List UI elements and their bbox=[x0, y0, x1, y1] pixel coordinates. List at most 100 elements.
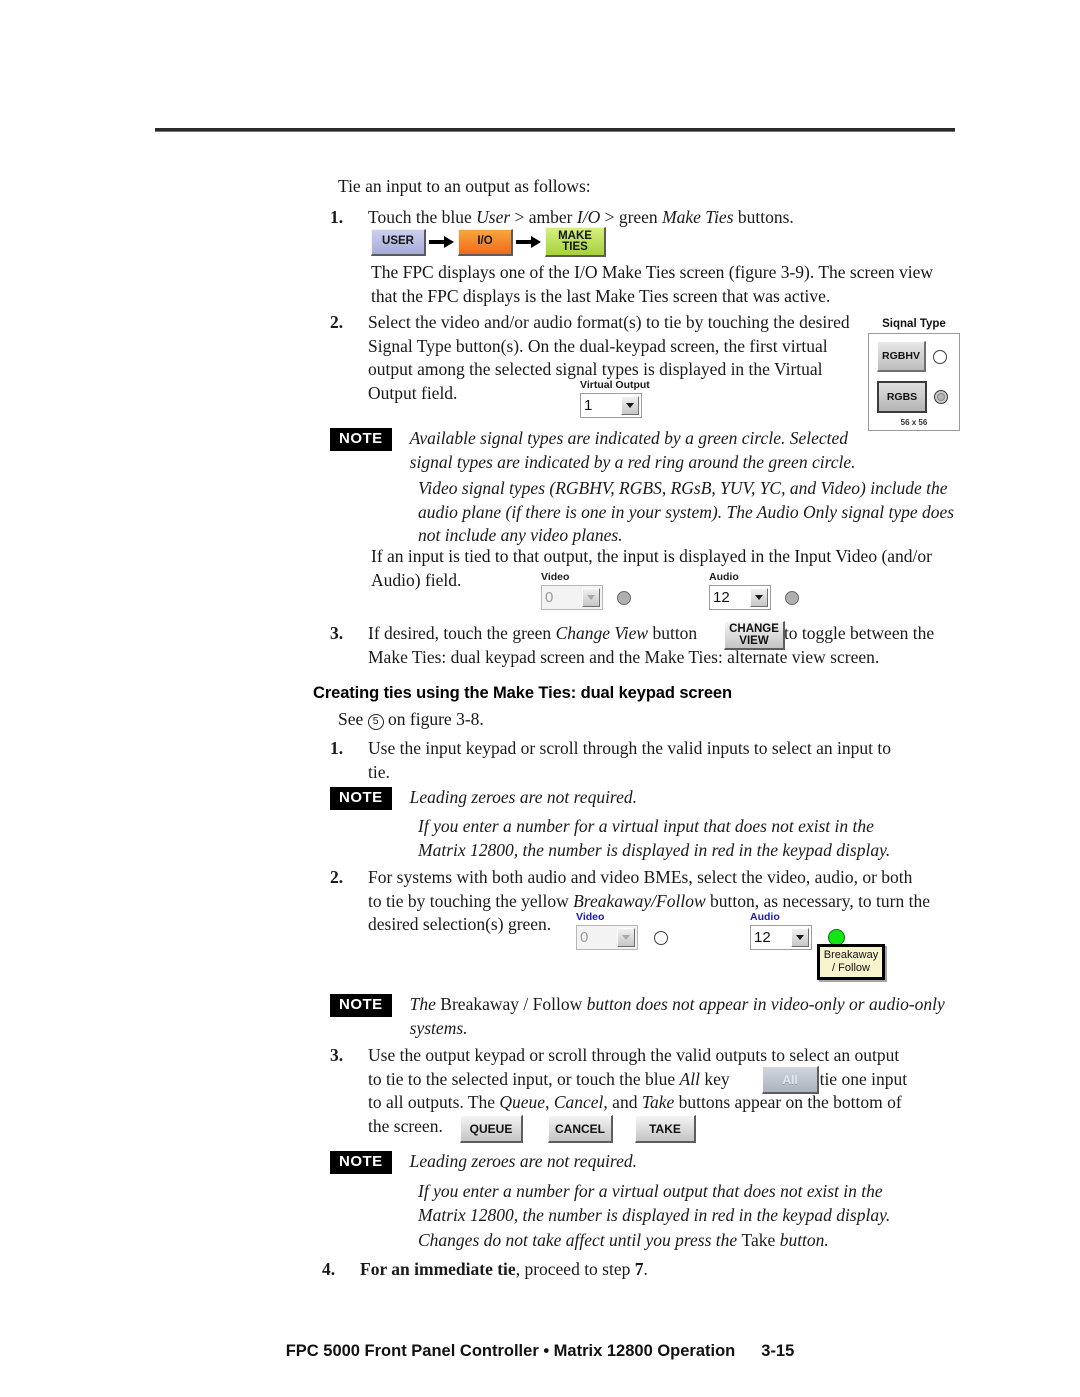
dk-step-4-period: . bbox=[643, 1259, 648, 1279]
footer-title: FPC 5000 Front Panel Controller • Matrix… bbox=[285, 1342, 736, 1360]
dk-step-4: 4. For an immediate tie, proceed to step… bbox=[322, 1258, 962, 1282]
dk-step-3-mid2: , and bbox=[603, 1092, 642, 1112]
intro-lead-text: Tie an input to an output as follows: bbox=[338, 176, 591, 196]
user-button[interactable]: USER bbox=[371, 228, 426, 256]
breakaway-follow-button[interactable]: Breakaway / Follow bbox=[817, 944, 885, 980]
dk-step-3-number: 3. bbox=[330, 1045, 344, 1065]
signal-type-box: RGBHV RGBS 56 x 56 bbox=[868, 333, 960, 431]
audio-label-1: Audio bbox=[709, 571, 739, 583]
video-value-1: 0 bbox=[545, 589, 554, 606]
audio-label-2: Audio bbox=[750, 911, 780, 923]
chevron-down-icon[interactable] bbox=[750, 588, 768, 607]
virtual-output-label: Virtual Output bbox=[580, 379, 650, 391]
signal-type-button-rgbhv[interactable]: RGBHV bbox=[877, 341, 926, 372]
signal-type-button-rgbs[interactable]: RGBS bbox=[877, 381, 927, 413]
dk-step-3-mid1: , bbox=[545, 1092, 554, 1112]
change-view-line2: VIEW bbox=[739, 635, 769, 647]
arrow-right-icon bbox=[429, 236, 455, 248]
note-4-cont2-roman: Take bbox=[741, 1230, 776, 1250]
change-view-button[interactable]: CHANGE VIEW bbox=[724, 621, 785, 650]
virtual-output-dropdown[interactable]: 1 bbox=[580, 393, 642, 418]
page-footer: FPC 5000 Front Panel Controller • Matrix… bbox=[0, 1342, 1080, 1361]
figure-reference-line: See 5 on figure 3-8. bbox=[338, 708, 484, 732]
take-button[interactable]: TAKE bbox=[635, 1115, 696, 1143]
dk-step-2-line2-italic: Breakaway/Follow bbox=[573, 890, 706, 911]
chevron-down-icon[interactable] bbox=[582, 588, 600, 607]
note-4-cont-line1: If you enter a number for a virtual outp… bbox=[418, 1181, 883, 1201]
note-3-line2: systems. bbox=[409, 1017, 468, 1038]
video-dropdown-2[interactable]: 0 bbox=[576, 925, 638, 950]
make-ties-label-line1: MAKE bbox=[558, 229, 592, 242]
virtual-output-value: 1 bbox=[584, 397, 593, 414]
note-3-text: The Breakaway / Follow button does not a… bbox=[410, 993, 945, 1040]
dk-step-2-line3: desired selection(s) green. bbox=[368, 914, 552, 934]
queue-button[interactable]: QUEUE bbox=[460, 1115, 523, 1143]
chevron-down-icon[interactable] bbox=[791, 928, 809, 947]
dk-step-3-line2-pre: to tie to the selected input, or touch t… bbox=[368, 1068, 680, 1089]
breakaway-line1: Breakaway bbox=[823, 949, 879, 961]
note-2-text: Leading zeroes are not required. bbox=[409, 787, 637, 807]
section-heading-dual-keypad: Creating ties using the Make Ties: dual … bbox=[313, 684, 732, 702]
note-tag: NOTE bbox=[330, 787, 392, 810]
audio-value-2: 12 bbox=[754, 929, 771, 946]
dk-step-2-number: 2. bbox=[330, 867, 344, 887]
note-1-text: Available signal types are indicated by … bbox=[410, 427, 856, 474]
step-1-number: 1. bbox=[330, 207, 344, 227]
note-tag: NOTE bbox=[330, 994, 392, 1017]
step-1-followup-text: The FPC displays one of the I/O Make Tie… bbox=[371, 262, 933, 306]
signal-type-row-rgbhv[interactable]: RGBHV bbox=[877, 341, 951, 372]
audio-led-indicator-1-icon bbox=[785, 590, 799, 605]
chevron-down-icon[interactable] bbox=[617, 928, 635, 947]
cancel-button[interactable]: CANCEL bbox=[548, 1115, 613, 1143]
dk-step-3-line2-italic: All bbox=[679, 1068, 700, 1089]
dk-step-3-line1: Use the output keypad or scroll through … bbox=[368, 1045, 900, 1065]
audio-dropdown-2[interactable]: 12 bbox=[750, 925, 812, 950]
note-1-line2: signal types are indicated by a red ring… bbox=[409, 451, 856, 472]
dk-step-1-line1: Use the input keypad or scroll through t… bbox=[368, 738, 891, 758]
page-number: 3-15 bbox=[761, 1342, 795, 1360]
note-1-line1: Available signal types are indicated by … bbox=[409, 428, 849, 448]
signal-type-count-label: 56 x 56 bbox=[900, 418, 928, 427]
note-4-continuation: If you enter a number for a virtual outp… bbox=[418, 1180, 938, 1227]
dk-step-3-line3-post: buttons appear on the bottom of bbox=[674, 1092, 902, 1112]
dk-step-4-step-ref: 7 bbox=[634, 1259, 644, 1279]
note-block-2: NOTE Leading zeroes are not required. bbox=[330, 786, 960, 810]
front-panel-button-strip: USER I/O MAKE TIES bbox=[371, 227, 606, 257]
video-dropdown-1[interactable]: 0 bbox=[541, 585, 603, 610]
dk-step-4-text: For an immediate tie, proceed to step 7. bbox=[360, 1258, 648, 1282]
all-key-button[interactable]: All bbox=[762, 1066, 819, 1094]
dk-step-2-line2-pre: to tie by touching the yellow bbox=[368, 890, 574, 911]
dk-step-4-bold: For an immediate tie bbox=[360, 1259, 516, 1279]
video-label-2: Video bbox=[576, 911, 605, 923]
dk-step-2-line2-post: button, as necessary, to turn the bbox=[705, 890, 931, 911]
dk-step-3-take: Take bbox=[641, 1092, 675, 1112]
breakaway-line2: / Follow bbox=[832, 962, 870, 974]
dk-step-1-line2: tie. bbox=[368, 761, 390, 782]
signal-type-panel: Siqnal Type RGBHV RGBS 56 x 56 bbox=[868, 318, 960, 431]
step-1-text: Touch the blue User > amber I/O > green … bbox=[368, 207, 794, 227]
dk-step-3-line4: the screen. bbox=[368, 1115, 443, 1136]
dk-step-2-line1: For systems with both audio and video BM… bbox=[368, 867, 913, 887]
video-value-2: 0 bbox=[580, 929, 589, 946]
note-tag: NOTE bbox=[330, 428, 392, 451]
make-ties-button[interactable]: MAKE TIES bbox=[545, 227, 606, 257]
dk-step-3-line3-pre: to all outputs. The bbox=[368, 1092, 500, 1112]
video-label-1: Video bbox=[541, 571, 570, 583]
dk-step-1-text: Use the input keypad or scroll through t… bbox=[368, 737, 891, 784]
change-view-line1: CHANGE bbox=[729, 623, 779, 635]
virtual-output-field-group: Virtual Output 1 bbox=[580, 379, 650, 418]
audio-dropdown-1[interactable]: 12 bbox=[709, 585, 771, 610]
dk-step-3-cancel: Cancel bbox=[553, 1092, 604, 1112]
dk-step-4-rest: , proceed to step bbox=[515, 1259, 635, 1279]
dk-step-1: 1. Use the input keypad or scroll throug… bbox=[330, 737, 960, 784]
led-indicator-rgbhv-icon bbox=[933, 349, 947, 364]
signal-type-row-rgbs[interactable]: RGBS bbox=[877, 381, 951, 413]
note-4-cont2-pre: Changes do not take affect until you pre… bbox=[418, 1230, 742, 1250]
chevron-down-icon[interactable] bbox=[621, 396, 639, 415]
io-button[interactable]: I/O bbox=[458, 228, 513, 256]
dk-step-3-queue: Queue bbox=[499, 1092, 546, 1112]
make-ties-label-line2: TIES bbox=[562, 240, 588, 253]
note-4-cont2-post: button. bbox=[775, 1230, 829, 1250]
video-led-indicator-1-icon bbox=[617, 590, 631, 605]
note-block-3: NOTE The Breakaway / Follow button does … bbox=[330, 993, 970, 1040]
